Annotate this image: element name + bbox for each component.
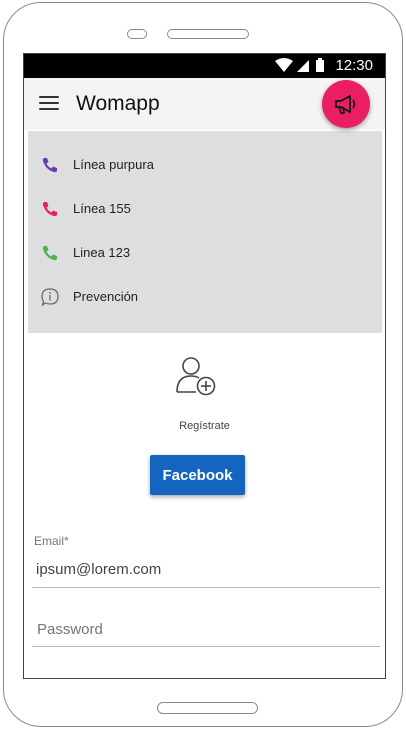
drawer-item-prevencion[interactable]: Prevención xyxy=(28,275,382,319)
facebook-login-button[interactable]: Facebook xyxy=(150,455,245,495)
status-icons xyxy=(275,58,324,72)
info-chat-icon xyxy=(41,288,59,307)
status-bar: 12:30 xyxy=(24,54,385,78)
drawer-item-linea-155[interactable]: Línea 155 xyxy=(28,187,382,231)
email-field[interactable] xyxy=(36,558,366,580)
register-label[interactable]: Regístrate xyxy=(24,420,385,432)
wifi-icon xyxy=(275,58,293,72)
add-user-icon[interactable] xyxy=(174,354,218,398)
drawer-item-label: Línea 155 xyxy=(73,201,131,216)
hamburger-menu-icon[interactable] xyxy=(39,96,59,112)
status-time: 12:30 xyxy=(335,57,373,74)
password-underline xyxy=(32,646,380,647)
megaphone-icon xyxy=(335,95,356,114)
drawer-item-linea-123[interactable]: Linea 123 xyxy=(28,231,382,275)
drawer-item-label: Prevención xyxy=(73,289,139,304)
email-underline xyxy=(32,587,380,588)
phone-frame: 12:30 Womapp Línea purpura Línea 155 Lin… xyxy=(3,2,403,727)
app-title: Womapp xyxy=(76,92,160,115)
email-label: Email* xyxy=(34,534,69,548)
phone-icon xyxy=(42,246,57,261)
password-field[interactable] xyxy=(37,618,367,640)
drawer-item-label: Linea 123 xyxy=(73,245,131,260)
drawer-item-label: Línea purpura xyxy=(73,157,154,172)
signal-icon xyxy=(297,60,309,72)
drawer-menu: Línea purpura Línea 155 Linea 123 Preven… xyxy=(28,131,382,333)
drawer-item-linea-purpura[interactable]: Línea purpura xyxy=(28,143,382,187)
earpiece xyxy=(167,29,249,39)
screen: 12:30 Womapp Línea purpura Línea 155 Lin… xyxy=(23,53,386,679)
home-button[interactable] xyxy=(157,702,258,714)
battery-icon xyxy=(316,60,324,72)
camera xyxy=(127,29,147,39)
announce-fab-button[interactable] xyxy=(322,80,370,128)
phone-icon xyxy=(42,158,57,173)
phone-icon xyxy=(42,202,57,217)
